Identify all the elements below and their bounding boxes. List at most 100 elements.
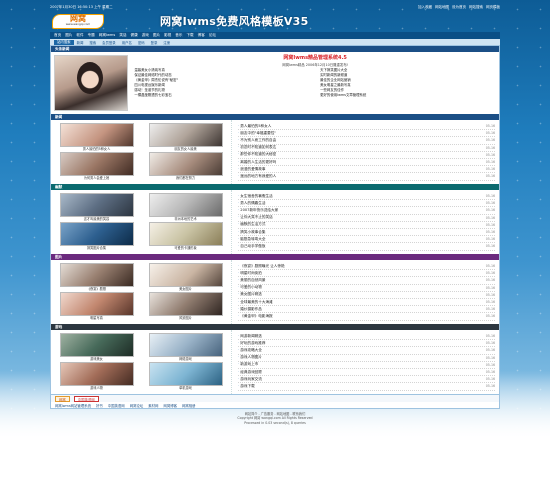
thumb-caption[interactable]: 明星写真 xyxy=(90,316,103,321)
list-item[interactable]: 离婚的人生活的更好吗 05-16 xyxy=(238,159,495,167)
list-item[interactable]: 男人最怕的5种女人 05-16 xyxy=(238,123,495,131)
thumb-image[interactable] xyxy=(148,193,223,217)
list-item-title[interactable]: 不为别人而工作的自由 xyxy=(238,138,276,143)
thumb-card[interactable]: 风景图片 xyxy=(145,292,226,321)
member-login[interactable]: 会员登录 xyxy=(102,40,116,45)
thumb-image[interactable] xyxy=(59,362,134,386)
list-item-title[interactable]: 美女图片精选 xyxy=(238,292,262,297)
thumb-image[interactable] xyxy=(148,333,223,357)
nav-item-games[interactable]: 游戏 xyxy=(142,33,149,38)
list-item-title[interactable]: 女生宿舍的暑假生活 xyxy=(238,194,272,199)
nav-item-iwms[interactable]: 网窝Iwms xyxy=(99,33,116,38)
thumb-image[interactable] xyxy=(59,263,134,287)
list-item-title[interactable]: 离婚的人生活的更好吗 xyxy=(238,160,276,165)
password-field[interactable]: 密码 xyxy=(138,40,145,45)
list-item-title[interactable]: 搞笑小故事合集 xyxy=(238,230,265,235)
headline-item[interactable]: 一棵晶莹剔透的七彩宝石 xyxy=(134,93,310,98)
list-item-title[interactable]: 那些你不知道的大秘密 xyxy=(238,152,276,157)
thumb-card[interactable]: 朋友的女人最美 xyxy=(145,123,226,152)
top-link-homepage[interactable]: 设为首页 xyxy=(452,5,466,10)
top-link-templates[interactable]: 网页模板 xyxy=(486,5,500,10)
list-item-title[interactable]: 《夜宴》剧照曝光 让人惊艳 xyxy=(238,264,284,269)
thumb-card[interactable]: 男人最怕的5种女人 xyxy=(56,123,137,152)
thumb-image[interactable] xyxy=(59,193,134,217)
friend-link[interactable]: 好书 xyxy=(96,403,103,408)
nav-item-download[interactable]: 下载 xyxy=(186,33,193,38)
login-button[interactable]: 登录 xyxy=(151,40,158,45)
friend-link[interactable]: 素材网 xyxy=(148,403,158,408)
list-item-title[interactable]: 游戏攻略大全 xyxy=(238,348,262,353)
list-item[interactable]: 初恋时不知道如何表达 05-16 xyxy=(238,145,495,152)
thumb-caption[interactable]: 风景图片 xyxy=(179,316,192,321)
nav-item-forum[interactable]: 论坛 xyxy=(209,33,216,38)
friend-link[interactable]: 网窝论坛 xyxy=(130,403,144,408)
thumb-card[interactable]: 我们都在努力 xyxy=(145,152,226,181)
list-item[interactable]: 脑筋急转弯大全 05-16 xyxy=(238,236,495,244)
thumb-caption[interactable]: 搞笑图片合集 xyxy=(87,246,106,251)
list-item[interactable]: 游戏人物图片 05-16 xyxy=(238,355,495,362)
list-item[interactable]: 游戏攻略大全 05-16 xyxy=(238,347,495,355)
list-item-title[interactable]: 脑筋急转弯大全 xyxy=(238,237,265,242)
thumb-image[interactable] xyxy=(59,152,134,176)
thumb-image[interactable] xyxy=(59,123,134,147)
list-item-title[interactable]: 明星时尚街拍 xyxy=(238,271,262,276)
nav-item-movies[interactable]: 影视 xyxy=(164,33,171,38)
thumb-image[interactable] xyxy=(59,292,134,316)
list-item-title[interactable]: 游戏玩家交流 xyxy=(238,377,262,382)
list-item[interactable]: 不为别人而工作的自由 05-16 xyxy=(238,137,495,145)
thumb-card[interactable]: 游戏美女 xyxy=(56,333,137,362)
friend-link[interactable]: 网窝相册 xyxy=(182,403,196,408)
thumb-image[interactable] xyxy=(148,222,223,246)
thumb-caption[interactable]: 可爱的卡通形象 xyxy=(174,246,196,251)
list-item[interactable]: 美女图片精选 05-16 xyxy=(238,292,495,299)
top-link-sitemap[interactable]: 网站地图 xyxy=(435,5,449,10)
nav-item-images[interactable]: 图片 xyxy=(153,33,160,38)
list-item[interactable]: 浪漫的爱情故事 05-16 xyxy=(238,166,495,174)
site-logo[interactable]: 网窝 www.wangqi.com xyxy=(52,13,104,29)
list-item-title[interactable]: 网游新闻精选 xyxy=(238,334,262,339)
thumb-image[interactable] xyxy=(148,123,223,147)
list-item[interactable]: 2007新年快乐送给大家 05-16 xyxy=(238,207,495,215)
list-item-title[interactable]: 男人的情趣生活 xyxy=(238,201,265,206)
list-item[interactable]: 《夜宴》剧照曝光 让人惊艳 05-16 xyxy=(238,263,495,271)
thumb-caption[interactable]: 单机游戏 xyxy=(179,386,192,391)
username-field[interactable]: 用户名 xyxy=(122,40,132,45)
list-item-title[interactable]: 浪漫的爱情故事 xyxy=(238,167,265,172)
thumb-card[interactable]: 非洲本地的艺术 xyxy=(145,193,226,222)
search-button[interactable]: 搜索 xyxy=(89,40,96,45)
thumb-caption[interactable]: 游戏人物 xyxy=(90,386,103,391)
thumb-image[interactable] xyxy=(59,222,134,246)
thumb-card[interactable]: 网络游戏 xyxy=(145,333,226,362)
thumb-card[interactable]: 为何男人会爱上她 xyxy=(56,152,137,181)
search-news[interactable]: 新闻 xyxy=(77,40,84,45)
list-item-title[interactable]: 2007新年快乐送给大家 xyxy=(238,208,278,213)
list-item-title[interactable]: 好玩的游戏推荐 xyxy=(238,341,265,346)
list-item[interactable]: 幽默的生活方式 05-16 xyxy=(238,222,495,229)
thumb-caption[interactable]: 为何男人会爱上她 xyxy=(84,176,110,181)
thumb-card[interactable]: 明星写真 xyxy=(56,292,137,321)
list-item-title[interactable]: 游戏下载 xyxy=(238,384,254,389)
list-item[interactable]: 《黄金甲》电影海报 05-16 xyxy=(238,313,495,321)
friend-link[interactable]: 网窝Iwms网站管理系统 xyxy=(55,403,91,408)
list-item[interactable]: 游戏下载 05-16 xyxy=(238,383,495,391)
list-item[interactable]: 经典游戏回顾 05-16 xyxy=(238,369,495,377)
list-item[interactable]: 搞笑小故事合集 05-16 xyxy=(238,229,495,237)
link-logo-wangqi[interactable]: 网窝 xyxy=(55,395,70,402)
thumb-image[interactable] xyxy=(148,263,223,287)
thumb-image[interactable] xyxy=(148,292,223,316)
list-item[interactable]: 那些你不知道的大秘密 05-16 xyxy=(238,152,495,159)
nav-item-jokes[interactable]: 笑话 xyxy=(119,33,126,38)
list-item-title[interactable]: 婚纱摄影作品 xyxy=(238,307,262,312)
thumb-caption[interactable]: 我们都在努力 xyxy=(176,176,195,181)
list-item[interactable]: 网游新闻精选 05-16 xyxy=(238,333,495,341)
top-link-search[interactable]: 网站搜索 xyxy=(469,5,483,10)
link-logo-english[interactable]: 中国英语网 xyxy=(73,395,99,402)
list-item-title[interactable]: 遥远的地方有我爱的人 xyxy=(238,174,276,179)
thumb-card[interactable]: 可爱的卡通形象 xyxy=(145,222,226,251)
list-item[interactable]: 女生宿舍的暑假生活 05-16 xyxy=(238,193,495,201)
list-item[interactable]: 遥远的地方有我爱的人 05-16 xyxy=(238,173,495,181)
nav-item-health[interactable]: 健康 xyxy=(131,33,138,38)
list-item[interactable]: 明星时尚街拍 05-16 xyxy=(238,270,495,278)
list-item-title[interactable]: 《黄金甲》电影海报 xyxy=(238,314,272,319)
list-item-title[interactable]: 自己动手学做饭 xyxy=(238,244,265,249)
